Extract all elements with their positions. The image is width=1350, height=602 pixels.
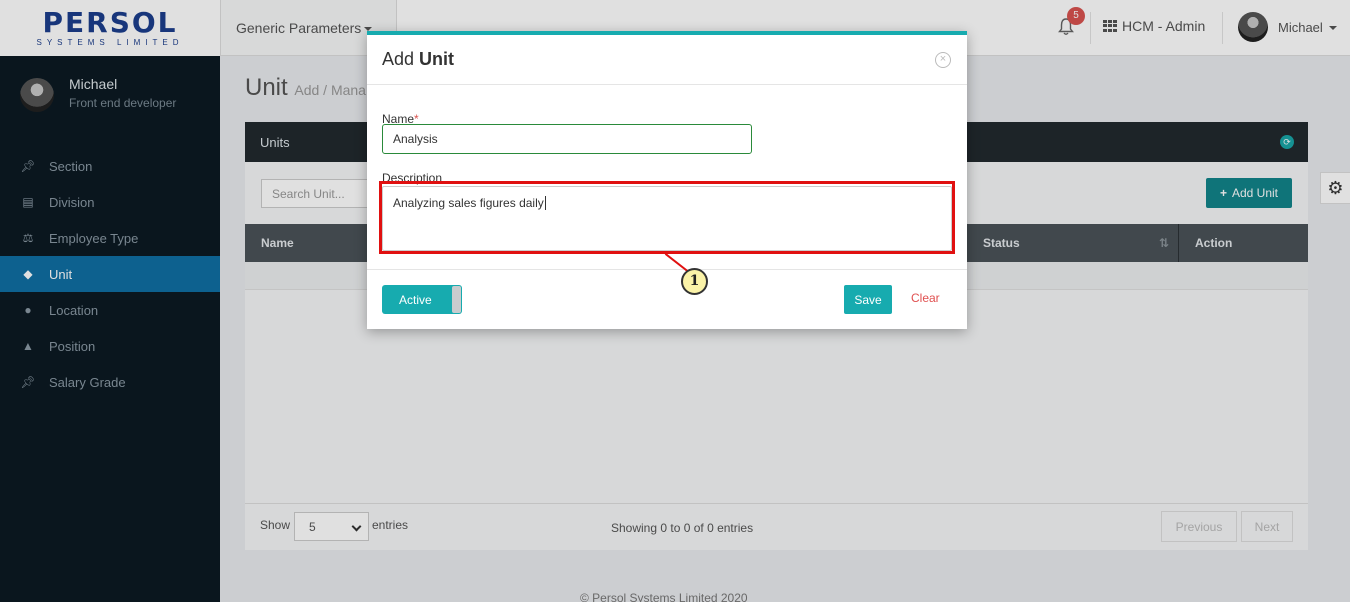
modal-header: Add Unit ×: [367, 35, 967, 85]
toggle-knob: [452, 286, 461, 313]
close-icon[interactable]: ×: [935, 52, 951, 68]
active-toggle[interactable]: Active: [382, 285, 462, 314]
clear-button[interactable]: Clear: [911, 291, 940, 305]
toggle-label: Active: [399, 292, 432, 307]
name-field[interactable]: Analysis: [382, 124, 752, 154]
callout-marker: 1: [681, 268, 708, 295]
divider: [367, 269, 967, 270]
highlight-box: [379, 181, 955, 254]
modal-title-bold: Unit: [419, 49, 455, 69]
add-unit-modal: Add Unit × Name* Analysis Description An…: [367, 31, 967, 329]
save-button[interactable]: Save: [844, 285, 892, 314]
modal-title-prefix: Add: [382, 49, 415, 69]
